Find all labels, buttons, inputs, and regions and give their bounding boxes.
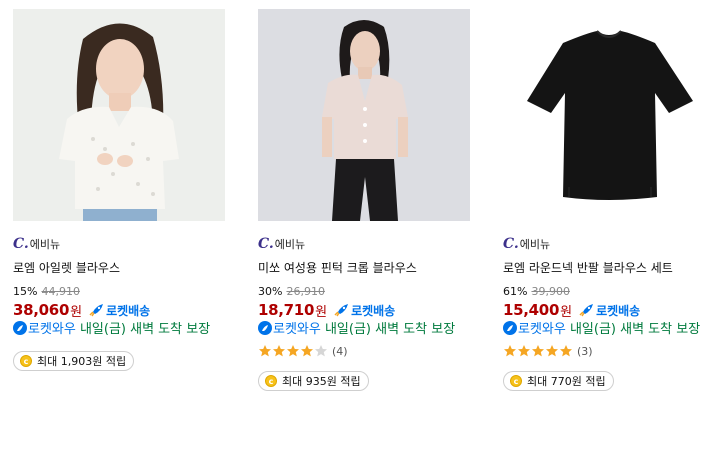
- rocket-wow-icon: [258, 321, 272, 335]
- product-card[interactable]: C. 에비뉴 미쏘 여성용 핀턱 크롭 블라우스 30% 26,910 18,7…: [258, 9, 484, 391]
- review-count: (3): [577, 344, 593, 358]
- delivery-info: 로켓와우 내일(금) 새벽 도착 보장: [13, 321, 223, 338]
- brand-label[interactable]: C. 에비뉴: [13, 237, 239, 251]
- product-title[interactable]: 로엠 아일렛 블라우스: [13, 261, 239, 275]
- original-price: 44,910: [41, 285, 80, 298]
- rocket-delivery-badge: 로켓배송: [333, 302, 395, 319]
- discount-row: 30% 26,910: [258, 286, 484, 298]
- product-image[interactable]: [13, 9, 225, 221]
- delivery-info: 로켓와우 내일(금) 새벽 도착 보장: [503, 321, 713, 338]
- original-price: 26,910: [286, 285, 325, 298]
- star-filled-icon: [518, 345, 530, 357]
- discount-row: 61% 39,900: [503, 286, 722, 298]
- price-row: 15,400 원 로켓배송: [503, 301, 722, 320]
- discount-rate: 61%: [503, 285, 528, 298]
- currency-unit: 원: [315, 304, 328, 320]
- product-photo-pintuck-crop-blouse: [258, 9, 470, 221]
- rocket-wow-label: 로켓와우: [273, 322, 321, 337]
- brand-label[interactable]: C. 에비뉴: [258, 237, 484, 251]
- brand-mark: C.: [258, 236, 274, 252]
- rocket-delivery-label: 로켓배송: [596, 303, 641, 318]
- product-grid: C. 에비뉴 로엠 아일렛 블라우스 15% 44,910 38,060 원 로켓…: [0, 0, 722, 451]
- product-photo-roundneck-tshirt: [503, 9, 715, 221]
- product-card[interactable]: C. 에비뉴 로엠 라운드넥 반팔 블라우스 세트 61% 39,900 15,…: [503, 9, 722, 391]
- rocket-wow-icon: [13, 321, 27, 335]
- product-card[interactable]: C. 에비뉴 로엠 아일렛 블라우스 15% 44,910 38,060 원 로켓…: [13, 9, 239, 371]
- star-filled-icon: [287, 345, 299, 357]
- discount-row: 15% 44,910: [13, 286, 239, 298]
- reward-points-badge: c 최대 770원 적립: [503, 371, 614, 391]
- delivery-date: 내일(금) 새벽 도착 보장: [75, 322, 211, 337]
- reward-points-label: 최대 935원 적립: [282, 375, 361, 388]
- currency-unit: 원: [70, 304, 83, 320]
- star-filled-icon: [546, 345, 558, 357]
- star-filled-icon: [301, 345, 313, 357]
- brand-mark: C.: [13, 236, 29, 252]
- sale-price: 18,710: [258, 301, 315, 319]
- star-empty-icon: [315, 345, 327, 357]
- rocket-delivery-badge: 로켓배송: [88, 302, 150, 319]
- price-row: 38,060 원 로켓배송: [13, 301, 239, 320]
- star-filled-icon: [560, 345, 572, 357]
- discount-rate: 15%: [13, 285, 38, 298]
- reward-points-badge: c 최대 935원 적립: [258, 371, 369, 391]
- reward-points-label: 최대 770원 적립: [527, 375, 606, 388]
- brand-name: 에비뉴: [274, 238, 306, 251]
- rocket-wow-label: 로켓와우: [518, 322, 566, 337]
- star-filled-icon: [273, 345, 285, 357]
- sale-price: 15,400: [503, 301, 560, 319]
- star-filled-icon: [532, 345, 544, 357]
- brand-name: 에비뉴: [29, 238, 61, 251]
- star-filled-icon: [504, 345, 516, 357]
- brand-label[interactable]: C. 에비뉴: [503, 237, 722, 251]
- brand-name: 에비뉴: [519, 238, 551, 251]
- rocket-icon: [579, 304, 594, 317]
- rocket-delivery-label: 로켓배송: [106, 303, 151, 318]
- rocket-wow-label: 로켓와우: [28, 322, 76, 337]
- product-photo-eyelet-blouse: [13, 9, 225, 221]
- product-image[interactable]: [258, 9, 470, 221]
- coin-icon: c: [265, 375, 277, 387]
- rating-row[interactable]: (3): [503, 344, 722, 358]
- coin-icon: c: [20, 355, 32, 367]
- reward-points-badge: c 최대 1,903원 적립: [13, 351, 135, 371]
- rocket-icon: [89, 304, 104, 317]
- review-count: (4): [332, 344, 348, 358]
- discount-rate: 30%: [258, 285, 283, 298]
- sale-price: 38,060: [13, 301, 70, 319]
- rocket-icon: [334, 304, 349, 317]
- brand-mark: C.: [503, 236, 519, 252]
- rocket-delivery-badge: 로켓배송: [578, 302, 640, 319]
- original-price: 39,900: [531, 285, 570, 298]
- delivery-date: 내일(금) 새벽 도착 보장: [565, 322, 701, 337]
- rocket-wow-icon: [503, 321, 517, 335]
- delivery-info: 로켓와우 내일(금) 새벽 도착 보장: [258, 321, 468, 338]
- price-row: 18,710 원 로켓배송: [258, 301, 484, 320]
- rating-row[interactable]: (4): [258, 344, 484, 358]
- star-filled-icon: [259, 345, 271, 357]
- currency-unit: 원: [560, 304, 573, 320]
- product-image[interactable]: [503, 9, 715, 221]
- rocket-delivery-label: 로켓배송: [351, 303, 396, 318]
- reward-points-label: 최대 1,903원 적립: [37, 355, 127, 368]
- delivery-date: 내일(금) 새벽 도착 보장: [320, 322, 456, 337]
- product-title[interactable]: 미쏘 여성용 핀턱 크롭 블라우스: [258, 261, 484, 275]
- product-title[interactable]: 로엠 라운드넥 반팔 블라우스 세트: [503, 261, 722, 275]
- star-rating: [503, 344, 573, 358]
- star-rating: [258, 344, 328, 358]
- coin-icon: c: [510, 375, 522, 387]
